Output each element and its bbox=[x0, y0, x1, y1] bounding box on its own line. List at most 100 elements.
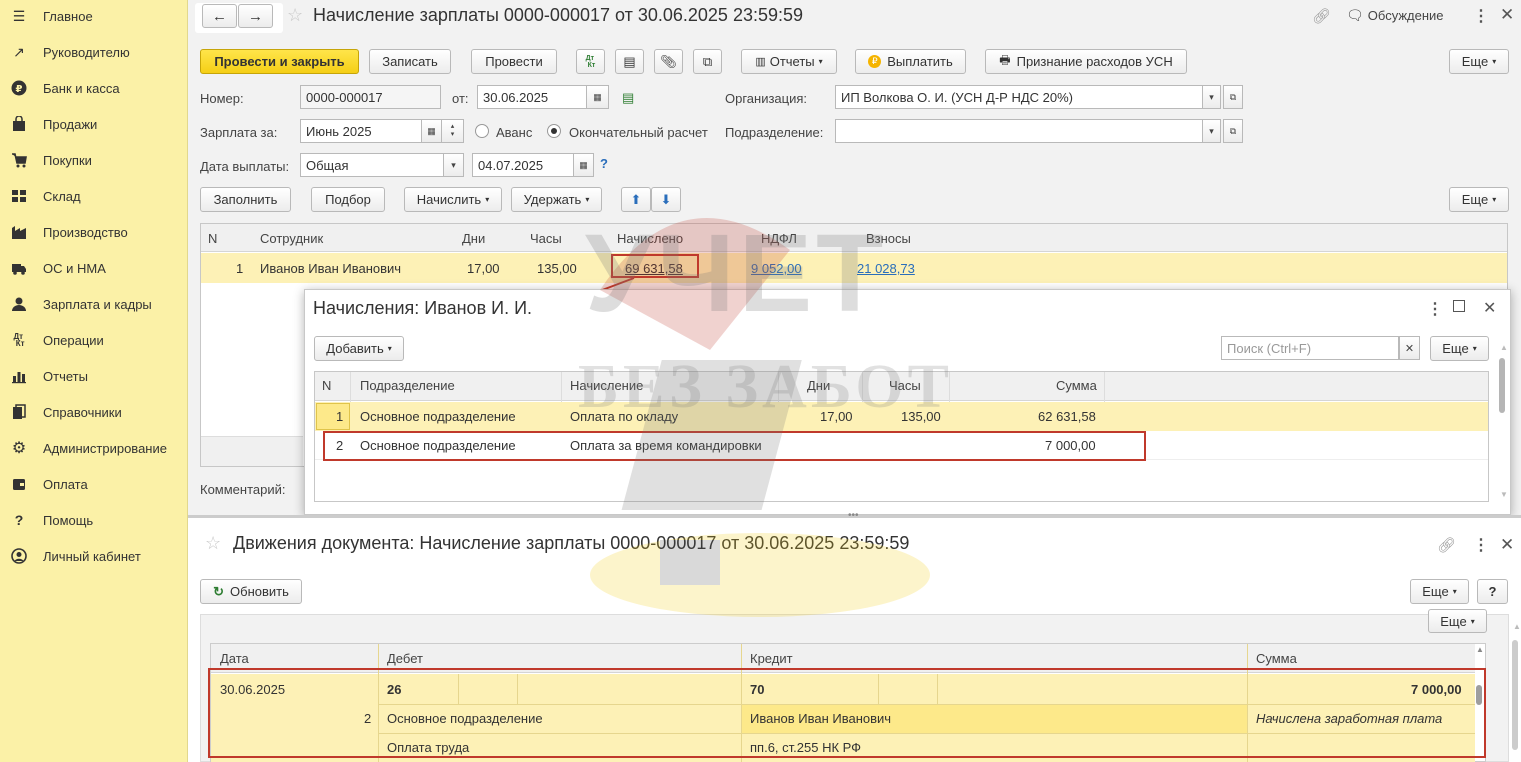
calendar-icon[interactable]: ▦ bbox=[574, 153, 594, 177]
discussion-button[interactable]: 🗨︎ Обсуждение bbox=[1346, 7, 1444, 24]
advance-radio[interactable] bbox=[475, 124, 489, 138]
favorite-star-icon[interactable]: ☆ bbox=[287, 5, 303, 26]
col-days[interactable]: Дни bbox=[807, 378, 830, 393]
organization-field[interactable]: ИП Волкова О. И. (УСН Д-Р НДС 20%) bbox=[835, 85, 1203, 109]
col-accrual[interactable]: Начисление bbox=[570, 378, 643, 393]
scrollbar-thumb[interactable] bbox=[1512, 640, 1518, 750]
sidebar-item-sales[interactable]: Продажи bbox=[0, 106, 188, 142]
help-link[interactable]: ? bbox=[600, 156, 608, 171]
scroll-up-icon[interactable]: ▲ bbox=[1513, 622, 1521, 631]
chevron-down-icon[interactable]: ▾ bbox=[444, 153, 464, 177]
move-up-button[interactable]: ⬆ bbox=[621, 187, 651, 212]
more-vertical-icon[interactable]: ⋮ bbox=[1427, 299, 1443, 319]
col-sum[interactable]: Сумма bbox=[1256, 651, 1297, 666]
maximize-icon[interactable] bbox=[1453, 300, 1465, 312]
col-debit[interactable]: Дебет bbox=[387, 651, 423, 666]
col-ndfl[interactable]: НДФЛ bbox=[761, 231, 797, 246]
more-button[interactable]: Еще ▾ bbox=[1449, 49, 1509, 74]
scrollbar-thumb[interactable] bbox=[1476, 685, 1482, 705]
select-button[interactable]: Подбор bbox=[311, 187, 385, 212]
sidebar-item-purchases[interactable]: Покупки bbox=[0, 142, 188, 178]
calendar-icon[interactable]: ▦ bbox=[587, 85, 609, 109]
add-button[interactable]: Добавить ▾ bbox=[314, 336, 404, 361]
attach-button[interactable]: 📎︎ bbox=[654, 49, 683, 74]
dt-kt-button[interactable]: Дт Кт bbox=[576, 49, 605, 74]
approve-icon[interactable]: ▤ bbox=[622, 90, 634, 106]
list-button[interactable]: ▤ bbox=[615, 49, 644, 74]
sidebar-item-account[interactable]: Личный кабинет bbox=[0, 538, 188, 574]
move-down-button[interactable]: ⬇ bbox=[651, 187, 681, 212]
sidebar-item-bank[interactable]: ₽ Банк и касса bbox=[0, 70, 188, 106]
scroll-down-icon[interactable]: ▼ bbox=[1500, 490, 1508, 499]
table-more-button[interactable]: Еще ▾ bbox=[1449, 187, 1509, 212]
calendar-icon[interactable]: ▦ bbox=[422, 119, 442, 143]
month-field[interactable]: Июнь 2025 bbox=[300, 119, 422, 143]
row-ndfl-link[interactable]: 9 052,00 bbox=[751, 261, 802, 276]
sidebar-item-warehouse[interactable]: Склад bbox=[0, 178, 188, 214]
scroll-up-icon[interactable]: ▲ bbox=[1500, 343, 1508, 352]
sidebar-item-operations[interactable]: Дт Кт Операции bbox=[0, 322, 188, 358]
clear-search-icon[interactable]: ✕ bbox=[1399, 336, 1420, 360]
close-icon[interactable]: ✕ bbox=[1500, 535, 1514, 555]
col-n[interactable]: N bbox=[322, 378, 331, 393]
search-input[interactable]: Поиск (Ctrl+F) bbox=[1221, 336, 1399, 360]
pay-button[interactable]: ₽ Выплатить bbox=[855, 49, 966, 74]
col-contributions[interactable]: Взносы bbox=[866, 231, 911, 246]
open-icon[interactable]: ⧉ bbox=[1223, 85, 1243, 109]
favorite-star-icon[interactable]: ☆ bbox=[205, 533, 221, 554]
link-icon[interactable]: 🔗︎ bbox=[1312, 7, 1331, 25]
col-hours[interactable]: Часы bbox=[530, 231, 562, 246]
structure-button[interactable]: ⧉ bbox=[693, 49, 722, 74]
post-button[interactable]: Провести bbox=[471, 49, 557, 74]
sidebar-item-catalogs[interactable]: Справочники bbox=[0, 394, 188, 430]
back-button[interactable]: ← bbox=[202, 4, 237, 28]
sidebar-item-admin[interactable]: ⚙ Администрирование bbox=[0, 430, 188, 466]
number-field[interactable]: 0000-000017 bbox=[300, 85, 441, 109]
sidebar-item-help[interactable]: ? Помощь bbox=[0, 502, 188, 538]
chevron-down-icon[interactable]: ▾ bbox=[1203, 119, 1221, 143]
more-vertical-icon[interactable]: ⋮ bbox=[1473, 6, 1489, 26]
sidebar-item-main[interactable]: ☰ Главное bbox=[0, 0, 188, 34]
final-radio[interactable] bbox=[547, 124, 561, 138]
col-accrued[interactable]: Начислено bbox=[617, 231, 683, 246]
department-field[interactable] bbox=[835, 119, 1203, 143]
sidebar-item-fixed-assets[interactable]: ОС и НМА bbox=[0, 250, 188, 286]
sidebar-item-production[interactable]: Производство bbox=[0, 214, 188, 250]
scroll-up-icon[interactable]: ▲ bbox=[1476, 645, 1484, 654]
close-icon[interactable]: ✕ bbox=[1500, 5, 1514, 25]
register-more-button[interactable]: Еще ▾ bbox=[1428, 609, 1487, 633]
close-icon[interactable]: ✕ bbox=[1483, 298, 1496, 318]
refresh-button[interactable]: ↻ Обновить bbox=[200, 579, 302, 604]
col-days[interactable]: Дни bbox=[462, 231, 485, 246]
sidebar-item-payment[interactable]: Оплата bbox=[0, 466, 188, 502]
sidebar-item-reports[interactable]: Отчеты bbox=[0, 358, 188, 394]
col-department[interactable]: Подразделение bbox=[360, 378, 455, 393]
post-and-close-button[interactable]: Провести и закрыть bbox=[200, 49, 359, 74]
col-sum[interactable]: Сумма bbox=[1056, 378, 1097, 393]
forward-button[interactable]: → bbox=[238, 4, 273, 28]
popup-more-button[interactable]: Еще ▾ bbox=[1430, 336, 1489, 361]
link-icon[interactable]: 🔗︎ bbox=[1437, 536, 1456, 554]
col-date[interactable]: Дата bbox=[220, 651, 249, 666]
pay-date-field[interactable]: 04.07.2025 bbox=[472, 153, 574, 177]
save-button[interactable]: Записать bbox=[369, 49, 451, 74]
open-icon[interactable]: ⧉ bbox=[1223, 119, 1243, 143]
more-vertical-icon[interactable]: ⋮ bbox=[1473, 535, 1489, 555]
date-field[interactable]: 30.06.2025 bbox=[477, 85, 587, 109]
sidebar-item-manager[interactable]: ↗ Руководителю bbox=[0, 34, 188, 70]
help-button[interactable]: ? bbox=[1477, 579, 1508, 604]
movements-more-button[interactable]: Еще ▾ bbox=[1410, 579, 1469, 604]
col-hours[interactable]: Часы bbox=[889, 378, 921, 393]
pay-type-field[interactable]: Общая bbox=[300, 153, 444, 177]
col-employee[interactable]: Сотрудник bbox=[260, 231, 323, 246]
col-n[interactable]: N bbox=[208, 231, 217, 246]
fill-button[interactable]: Заполнить bbox=[200, 187, 291, 212]
withhold-button[interactable]: Удержать ▾ bbox=[511, 187, 602, 212]
row-contributions-link[interactable]: 21 028,73 bbox=[857, 261, 915, 276]
scrollbar-thumb[interactable] bbox=[1499, 358, 1505, 413]
accrue-button[interactable]: Начислить ▾ bbox=[404, 187, 502, 212]
col-credit[interactable]: Кредит bbox=[750, 651, 793, 666]
usn-expense-button[interactable]: 🖶 Признание расходов УСН bbox=[985, 49, 1187, 74]
sidebar-item-salary[interactable]: Зарплата и кадры bbox=[0, 286, 188, 322]
stepper-icon[interactable]: ▴ ▾ bbox=[442, 119, 464, 143]
